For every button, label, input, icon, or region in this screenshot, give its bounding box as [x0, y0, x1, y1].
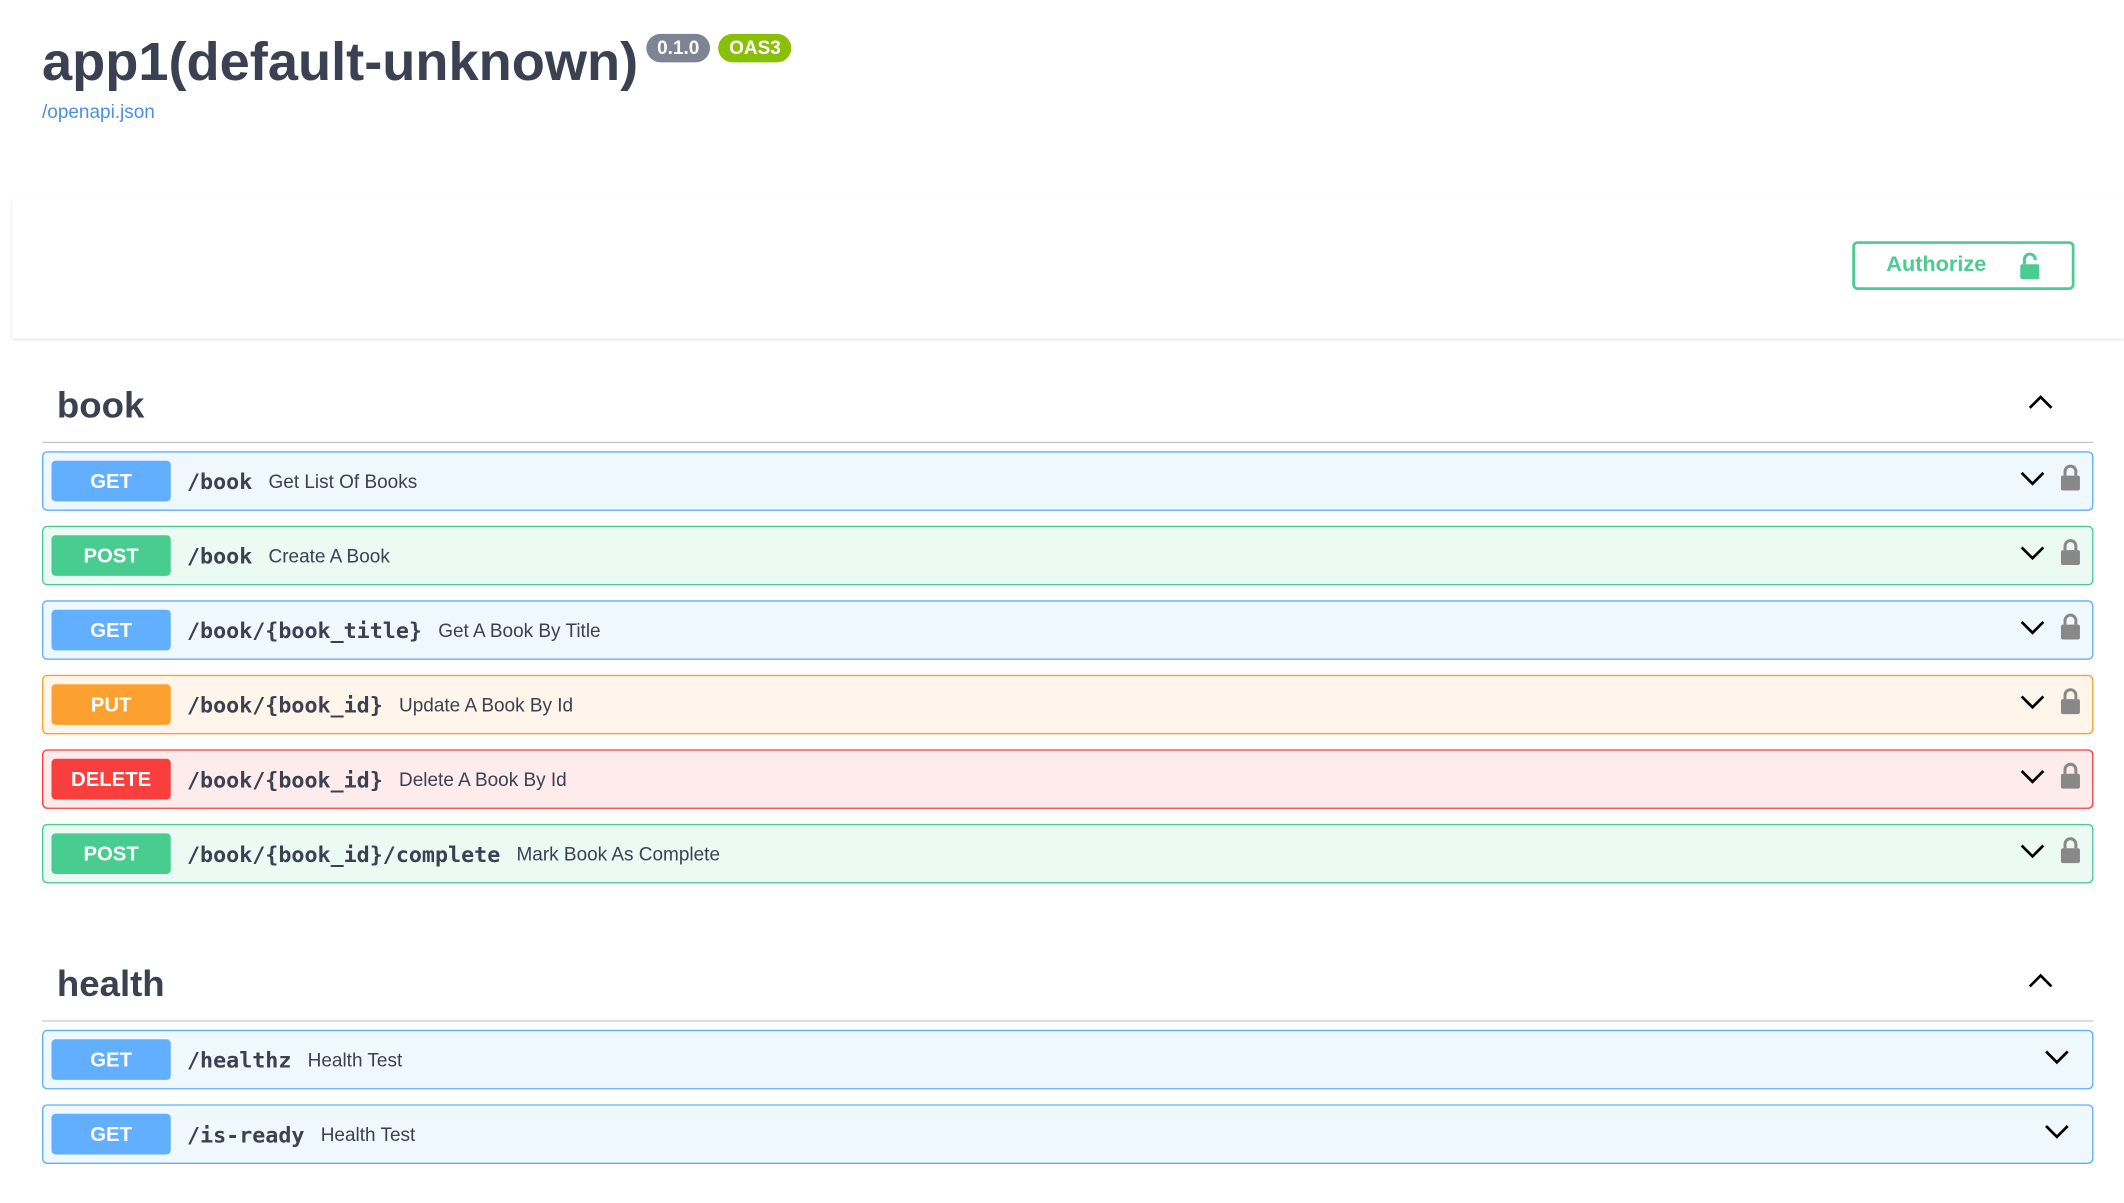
operation-path: /book/{book_id}/complete	[186, 840, 501, 867]
operation-post-book-5[interactable]: POST/book/{book_id}/complete Mark Book As…	[42, 823, 2094, 884]
swagger-page: app1(default-unknown) 0.1.0 OAS3 /openap…	[0, 0, 2124, 1202]
api-title: app1(default-unknown)	[42, 32, 639, 93]
chevron-down-icon[interactable]	[2019, 468, 2046, 494]
method-badge: DELETE	[51, 758, 171, 800]
operation-delete-book-4[interactable]: DELETE/book/{book_id} Delete A Book By Id	[42, 749, 2094, 809]
operation-summary: Delete A Book By Id	[399, 768, 567, 790]
lock-icon[interactable]	[2060, 538, 2082, 573]
chevron-down-icon[interactable]	[2019, 617, 2046, 643]
chevron-down-icon[interactable]	[2043, 1047, 2070, 1073]
operation-get-health-0[interactable]: GET/healthz Health Test	[42, 1029, 2094, 1090]
method-badge: GET	[51, 1113, 171, 1155]
tag-name: book	[56, 384, 145, 426]
operation-summary: Get A Book By Title	[438, 619, 601, 641]
openapi-json-link[interactable]: /openapi.json	[42, 100, 792, 122]
scheme-container: Authorize	[12, 197, 2124, 339]
tag-section-book: book GET/book Get List Of Books POST/book Cr…	[42, 370, 2094, 898]
operation-summary: Update A Book By Id	[399, 693, 574, 716]
lock-icon[interactable]	[2060, 463, 2082, 498]
operation-get-health-1[interactable]: GET/is-ready Health Test	[42, 1104, 2094, 1164]
operation-summary: Health Test	[320, 1123, 416, 1145]
chevron-down-icon[interactable]	[2019, 766, 2046, 792]
version-badge: 0.1.0	[646, 33, 711, 63]
method-badge: GET	[51, 1039, 171, 1080]
operation-summary: Get List Of Books	[268, 470, 418, 492]
api-info: app1(default-unknown) 0.1.0 OAS3 /openap…	[42, 24, 792, 122]
operation-path: /healthz	[186, 1046, 292, 1073]
operation-post-book-1[interactable]: POST/book Create A Book	[42, 525, 2094, 586]
authorize-button[interactable]: Authorize	[1852, 241, 2075, 290]
lock-icon[interactable]	[2060, 612, 2082, 647]
chevron-down-icon[interactable]	[2043, 1121, 2070, 1147]
operation-summary: Health Test	[307, 1048, 403, 1071]
unlock-icon	[2019, 252, 2041, 280]
operation-put-book-3[interactable]: PUT/book/{book_id} Update A Book By Id	[42, 674, 2094, 735]
method-badge: GET	[51, 460, 171, 502]
authorize-label: Authorize	[1886, 253, 1987, 277]
operation-get-book-0[interactable]: GET/book Get List Of Books	[42, 451, 2094, 511]
method-badge: GET	[51, 609, 171, 651]
operation-path: /is-ready	[186, 1121, 305, 1148]
oas-badge: OAS3	[718, 33, 792, 63]
chevron-down-icon[interactable]	[2019, 692, 2046, 718]
operation-path: /book/{book_title}	[186, 617, 422, 643]
title-row: app1(default-unknown) 0.1.0 OAS3	[42, 24, 792, 100]
lock-icon[interactable]	[2060, 762, 2082, 797]
lock-icon[interactable]	[2060, 836, 2082, 871]
tag-header-book[interactable]: book	[42, 370, 2094, 444]
lock-icon[interactable]	[2060, 687, 2082, 722]
method-badge: POST	[51, 535, 171, 576]
tag-header-health[interactable]: health	[42, 949, 2094, 1022]
operation-path: /book/{book_id}	[186, 691, 383, 718]
tag-section-health: health GET/healthz Health Test GET/is-ready…	[42, 949, 2094, 1179]
operation-path: /book	[186, 542, 253, 569]
operation-path: /book	[186, 468, 253, 494]
operation-summary: Mark Book As Complete	[516, 842, 720, 865]
chevron-down-icon[interactable]	[2019, 543, 2046, 569]
operation-get-book-2[interactable]: GET/book/{book_title} Get A Book By Title	[42, 600, 2094, 660]
chevron-up-icon[interactable]	[2027, 393, 2054, 419]
method-badge: POST	[51, 833, 171, 874]
chevron-down-icon[interactable]	[2019, 841, 2046, 867]
operation-summary: Create A Book	[268, 544, 390, 567]
tag-name: health	[56, 963, 165, 1005]
chevron-up-icon[interactable]	[2027, 972, 2054, 998]
operation-path: /book/{book_id}	[186, 766, 383, 792]
method-badge: PUT	[51, 684, 171, 725]
